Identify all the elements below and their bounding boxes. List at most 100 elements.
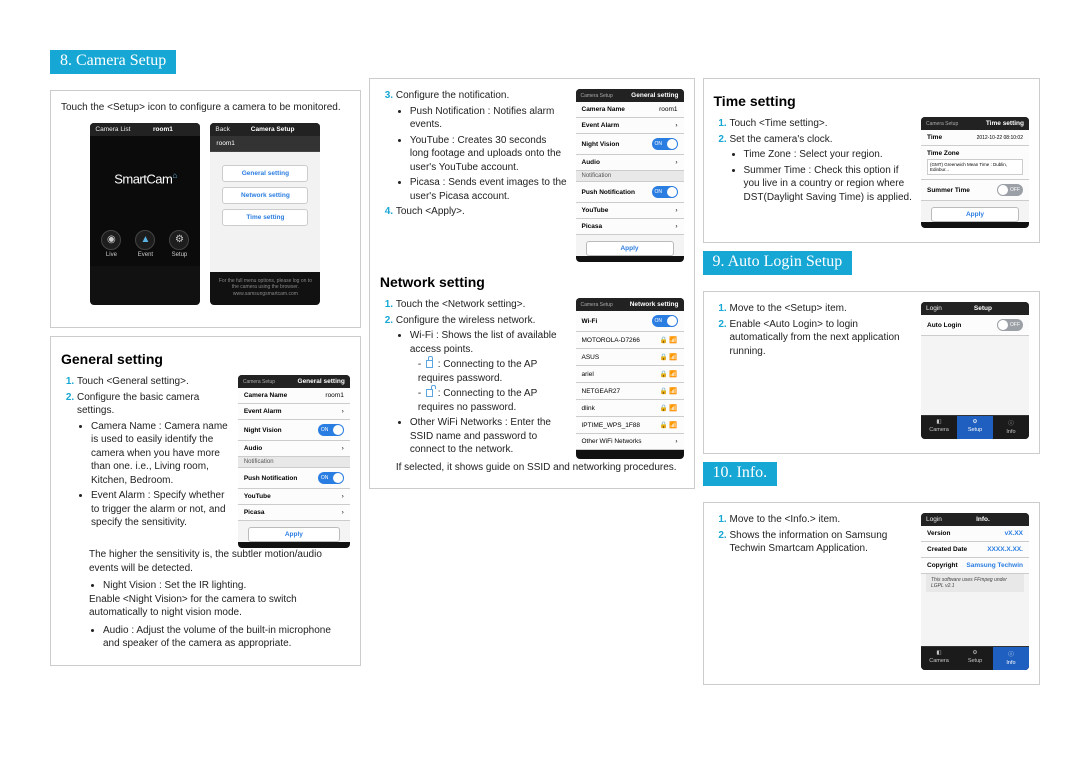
net-step-1: Touch the <Network setting>.	[396, 298, 568, 312]
ap-row[interactable]: NETGEAR27🔒 📶	[576, 383, 684, 400]
net-b1a: : Connecting to the AP requires password…	[418, 358, 568, 385]
n3-b1: Push Notification : Notifies alarm event…	[410, 105, 568, 132]
toggle-night[interactable]: ON	[318, 424, 344, 436]
net-step-3: Configure the notification. Push Notific…	[396, 89, 568, 203]
toggle-wifi[interactable]: ON	[652, 315, 678, 327]
general-b2-note: The higher the sensitivity is, the subtl…	[89, 548, 350, 575]
screenshot-time: Camera SetupTime setting Time2012-10-22 …	[921, 117, 1029, 228]
net-step-4: Touch <Apply>.	[396, 205, 568, 219]
ap-row[interactable]: ASUS🔒 📶	[576, 349, 684, 366]
tab-setup[interactable]: ⚙Setup	[957, 415, 993, 439]
time-step-1: Touch <Time setting>.	[730, 117, 914, 131]
room-row: room1	[210, 136, 320, 152]
home-buttons: ◉Live ▲Event ⚙Setup	[90, 222, 200, 266]
lgpl-note: This software uses FFmpeg under LGPL v2.…	[926, 574, 1024, 592]
apply-button[interactable]: Apply	[248, 527, 340, 542]
gen-title: General setting	[298, 378, 345, 385]
screenshot-setup-menu: Back Camera Setup room1 General setting N…	[210, 123, 320, 306]
time-step-2: Set the camera's clock. Time Zone : Sele…	[730, 133, 914, 205]
toggle-summer[interactable]: OFF	[997, 184, 1023, 196]
chevron-icon: ›	[342, 509, 344, 516]
screenshot-general-2: Camera SetupGeneral setting Camera Namer…	[576, 89, 684, 262]
section-10-title: 10. Info.	[703, 462, 778, 486]
screenshots-row-1: Camera List room1 SmartCam⌂ ◉Live ▲Event …	[61, 123, 350, 306]
auto-step-2: Enable <Auto Login> to login automatical…	[730, 318, 914, 359]
ap-row[interactable]: MOTOROLA-D7266🔒 📶	[576, 332, 684, 349]
info-icon: ⓘ	[1008, 650, 1014, 658]
panel-general-setting: General setting Touch <General setting>.…	[50, 336, 361, 666]
n3-b2: YouTube : Creates 30 seconds long footag…	[410, 134, 568, 175]
section-10-title-wrap: 10. Info.	[703, 462, 1041, 494]
info-step-1: Move to the <Info.> item.	[730, 513, 914, 527]
gear-icon: ⚙	[973, 650, 978, 656]
panel-auto-login: Move to the <Setup> item. Enable <Auto L…	[703, 291, 1041, 454]
net-b2: Other WiFi Networks : Enter the SSID nam…	[410, 416, 568, 457]
gear-icon: ⚙	[169, 230, 189, 250]
timezone-select[interactable]: (GMT) Greenwich Mean Time : Dublin, Edin…	[927, 159, 1023, 175]
general-b3-note: Enable <Night Vision> for the camera to …	[89, 593, 350, 620]
screenshot-general: Camera SetupGeneral setting Camera Namer…	[238, 375, 350, 548]
toggle-push[interactable]: ON	[318, 472, 344, 484]
menu-network[interactable]: Network setting	[222, 187, 308, 204]
section-8-title: 8. Camera Setup	[50, 50, 176, 74]
general-step-1: Touch <General setting>.	[77, 375, 230, 389]
menu-time[interactable]: Time setting	[222, 209, 308, 226]
general-b1: Camera Name : Camera name is used to eas…	[91, 420, 230, 488]
panel-info: Move to the <Info.> item. Shows the info…	[703, 502, 1041, 685]
unlock-icon	[426, 389, 433, 397]
chevron-icon: ›	[342, 408, 344, 415]
event-button[interactable]: ▲Event	[135, 230, 155, 258]
page: 8. Camera Setup Touch the <Setup> icon t…	[0, 0, 1080, 705]
lock-icon	[426, 360, 433, 368]
section-9-title-wrap: 9. Auto Login Setup	[703, 251, 1041, 283]
roof-icon: ⌂	[172, 171, 176, 180]
chevron-icon: ›	[342, 445, 344, 452]
net-b1b: : Connecting to the AP requires no passw…	[418, 387, 568, 414]
toggle-auto-login[interactable]: OFF	[997, 319, 1023, 331]
general-b3: Night Vision : Set the IR lighting.	[103, 579, 350, 593]
panel-network-top: Configure the notification. Push Notific…	[369, 78, 695, 489]
setup-title: Camera Setup	[251, 126, 295, 133]
brand-text: SmartCam⌂	[114, 171, 176, 186]
screenshot-network: Camera SetupNetwork setting Wi-FiON MOTO…	[576, 298, 684, 459]
general-heading: General setting	[61, 351, 350, 367]
menu-general[interactable]: General setting	[222, 165, 308, 182]
ap-row[interactable]: dlink🔒 📶	[576, 400, 684, 417]
general-step-2: Configure the basic camera settings. Cam…	[77, 391, 230, 530]
section-9-title: 9. Auto Login Setup	[703, 251, 853, 275]
chevron-icon: ›	[342, 493, 344, 500]
tab-camera[interactable]: ◧Camera	[921, 646, 957, 670]
apply-button[interactable]: Apply	[931, 207, 1019, 222]
ap-row[interactable]: ariel🔒 📶	[576, 366, 684, 383]
net-b1: Wi-Fi : Shows the list of available acce…	[410, 329, 568, 414]
general-b2: Event Alarm : Specify whether to trigger…	[91, 489, 230, 530]
brand-area: SmartCam⌂	[90, 136, 200, 222]
ap-row[interactable]: IPTIME_WPS_1F88🔒 📶	[576, 417, 684, 434]
net-step-2: Configure the wireless network. Wi-Fi : …	[396, 314, 568, 457]
info-step-2: Shows the information on Samsung Techwin…	[730, 529, 914, 556]
general-b4: Audio : Adjust the volume of the built-i…	[103, 624, 350, 651]
tab-camera[interactable]: ◧Camera	[921, 415, 957, 439]
column-3: Time setting Touch <Time setting>. Set t…	[703, 50, 1041, 685]
back-label[interactable]: Back	[215, 126, 229, 133]
crumb: Camera Setup	[243, 379, 275, 385]
tab-info[interactable]: ⓘInfo	[993, 646, 1029, 670]
tab-setup[interactable]: ⚙Setup	[957, 646, 993, 670]
network-note: If selected, it shows guide on SSID and …	[396, 461, 684, 475]
other-networks[interactable]: Other WiFi Networks›	[576, 434, 684, 450]
panel-camera-setup-top: Touch the <Setup> icon to configure a ca…	[50, 90, 361, 328]
screenshot-info: LoginInfo. VersionvX.XX Created DateXXXX…	[921, 513, 1029, 670]
panel-time: Time setting Touch <Time setting>. Set t…	[703, 78, 1041, 243]
time-heading: Time setting	[714, 93, 1030, 109]
home-topbar-title: room1	[153, 126, 173, 133]
bell-icon: ▲	[135, 230, 155, 250]
info-icon: ⓘ	[1008, 419, 1014, 427]
home-topbar-left: Camera List	[95, 126, 130, 133]
tab-info[interactable]: ⓘInfo	[993, 415, 1029, 439]
column-2: Configure the notification. Push Notific…	[369, 50, 695, 685]
live-button[interactable]: ◉Live	[101, 230, 121, 258]
network-heading: Network setting	[380, 274, 684, 290]
lock-wifi-icon: 🔒 📶	[660, 336, 678, 344]
setup-button[interactable]: ⚙Setup	[169, 230, 189, 258]
auto-step-1: Move to the <Setup> item.	[730, 302, 914, 316]
